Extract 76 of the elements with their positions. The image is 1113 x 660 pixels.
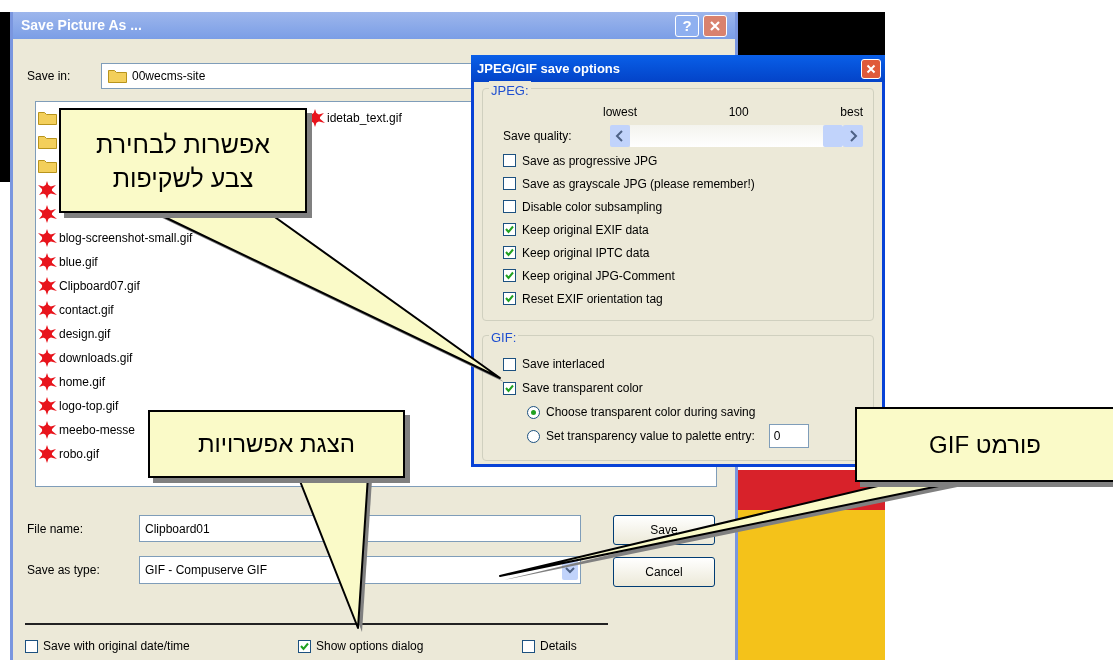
splat-icon — [38, 253, 58, 271]
file-item[interactable]: logo-top.gif — [38, 394, 119, 418]
splat-icon — [38, 421, 58, 439]
field-label: Save in: — [26, 68, 72, 85]
quality-slider[interactable] — [630, 125, 843, 147]
splat-icon — [38, 325, 58, 343]
window-title: Save Picture As ... — [21, 16, 143, 35]
checkbox-label: Save transparent color — [522, 380, 643, 397]
scale-label: lowest — [603, 104, 637, 121]
checkbox[interactable] — [503, 246, 516, 259]
palette-entry-field[interactable]: 0 — [768, 424, 809, 448]
file-item[interactable]: contact.gif — [38, 298, 114, 322]
checkbox-label: Save with original date/time — [43, 638, 190, 655]
radio-label: Choose transparent color during saving — [546, 404, 756, 421]
close-button[interactable] — [703, 14, 727, 37]
close-icon — [709, 19, 721, 32]
checkbox-label: Keep original EXIF data — [522, 221, 649, 239]
file-item[interactable]: Clipboard07.gif — [38, 274, 140, 298]
checkbox[interactable] — [522, 639, 535, 653]
checkbox[interactable] — [503, 200, 516, 213]
checkbox[interactable] — [25, 639, 38, 653]
checkbox[interactable] — [503, 381, 516, 395]
scale-label: 100 — [728, 104, 749, 121]
slider-thumb[interactable] — [823, 125, 843, 147]
file-item[interactable]: downloads.gif — [38, 346, 133, 370]
checkbox[interactable] — [298, 639, 311, 653]
file-item[interactable]: robo.gif — [38, 442, 100, 466]
checkbox-label: Save as progressive JPG — [522, 152, 658, 170]
folder-icon — [108, 69, 127, 83]
callout-text: פורמט GIF — [929, 429, 1041, 460]
splat-icon — [38, 181, 58, 199]
callout-text: אפשרות לבחירת צבע לשקיפות — [96, 128, 270, 194]
file-item[interactable]: meebo-messe — [38, 418, 136, 442]
checkbox[interactable] — [503, 223, 516, 236]
dialog-button[interactable]: Cancel — [613, 557, 715, 587]
checkbox-label: Details — [540, 638, 577, 655]
checkbox-label: Disable color subsampling — [522, 198, 663, 216]
chevron-left-icon[interactable] — [610, 125, 630, 147]
radio-button[interactable] — [527, 429, 540, 443]
file-item[interactable]: design.gif — [38, 322, 111, 346]
close-button[interactable] — [861, 58, 881, 79]
splat-icon — [38, 397, 58, 415]
checkbox-label: Save interlaced — [522, 356, 605, 373]
folder-icon — [38, 111, 57, 125]
checkbox[interactable] — [503, 292, 516, 305]
splat-icon — [38, 229, 58, 247]
field-label: File name: — [26, 520, 85, 538]
checkbox-label: Keep original JPG-Comment — [522, 267, 675, 285]
file-item[interactable]: home.gif — [38, 370, 106, 394]
folder-icon — [38, 159, 57, 173]
splat-icon — [38, 445, 58, 463]
radio-button[interactable] — [527, 405, 540, 419]
file-type-dropdown[interactable]: GIF - Compuserve GIF — [139, 556, 581, 584]
chevron-right-icon[interactable] — [843, 125, 863, 147]
checkbox[interactable] — [503, 269, 516, 282]
splat-icon — [38, 349, 58, 367]
field-label: Save as type: — [26, 562, 101, 579]
field-label: Save quality: — [503, 128, 573, 145]
file-item[interactable]: blog-screenshot-small.gif — [38, 226, 193, 250]
file-item[interactable]: blue.gif — [38, 250, 98, 274]
radio-label: Set transparency value to palette entry: — [546, 428, 755, 445]
checkbox[interactable] — [503, 154, 516, 167]
checkbox-label: Show options dialog — [316, 638, 424, 655]
checkbox[interactable] — [503, 177, 516, 190]
checkbox[interactable] — [503, 357, 516, 371]
checkbox-label: Save as grayscale JPG (please remember!) — [522, 175, 755, 193]
splat-icon — [38, 277, 58, 295]
folder-icon — [38, 135, 57, 149]
callout-text: הצגת אפשרויות — [198, 429, 355, 459]
checkbox-label: Keep original IPTC data — [522, 244, 650, 262]
splat-icon — [38, 373, 58, 391]
scale-label: best — [840, 104, 863, 121]
checkbox-label: Reset EXIF orientation tag — [522, 290, 663, 308]
splat-icon — [38, 301, 58, 319]
close-icon — [866, 63, 876, 74]
splat-icon — [38, 205, 58, 223]
